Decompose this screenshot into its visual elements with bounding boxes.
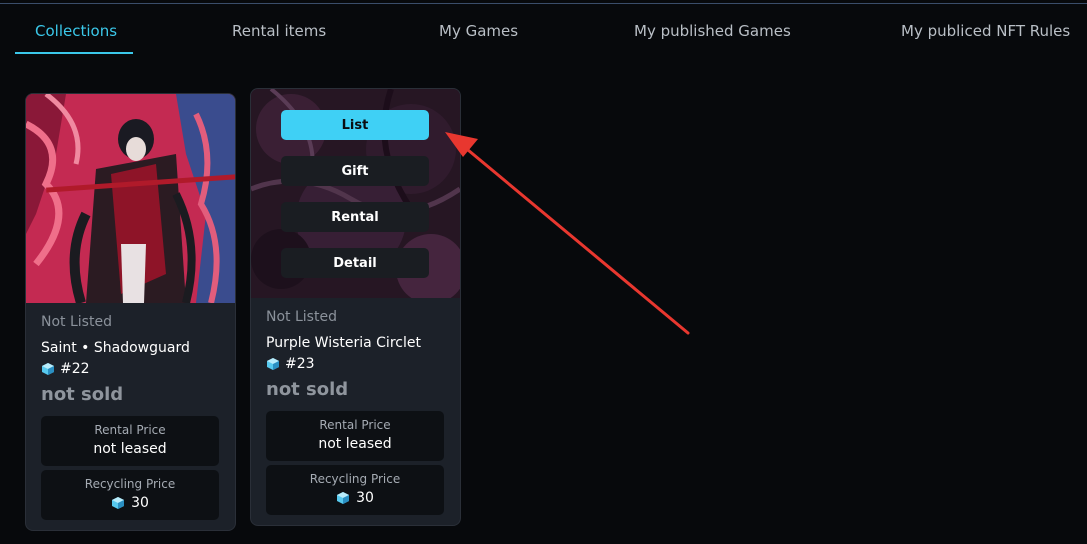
cube-icon (112, 497, 125, 509)
rental-price-text: not leased (318, 436, 392, 452)
list-button[interactable]: List (281, 110, 429, 140)
listing-status: Not Listed (41, 314, 112, 330)
nft-artwork (26, 94, 235, 303)
tab-rental-items[interactable]: Rental items (232, 22, 326, 40)
recycling-price-label: Recycling Price (309, 472, 401, 486)
cube-icon (337, 492, 350, 504)
rental-button[interactable]: Rental (281, 202, 429, 232)
page: Collections Rental items My Games My pub… (0, 0, 1087, 544)
token-id: #23 (285, 356, 315, 372)
rental-price-box: Rental Price not leased (41, 416, 219, 466)
cube-icon (267, 358, 279, 370)
recycling-price-box: Recycling Price 30 (41, 470, 219, 520)
rental-price-label: Rental Price (94, 423, 166, 437)
tab-my-published-games[interactable]: My published Games (634, 22, 791, 40)
cube-icon (42, 363, 54, 375)
rental-price-value: not leased (41, 441, 219, 457)
nft-name: Purple Wisteria Circlet (266, 335, 421, 351)
active-tab-indicator (15, 52, 133, 54)
rental-price-label: Rental Price (319, 418, 391, 432)
nft-card[interactable]: Not Listed Saint • Shadowguard #22 not s… (25, 93, 236, 531)
rental-price-box: Rental Price not leased (266, 411, 444, 461)
top-divider (0, 3, 1087, 4)
recycling-price-text: 30 (131, 495, 149, 511)
nft-card[interactable]: List Gift Rental Detail Not Listed Purpl… (250, 88, 461, 526)
recycling-price-box: Recycling Price 30 (266, 465, 444, 515)
nft-name: Saint • Shadowguard (41, 340, 190, 356)
token-id-row: #22 (41, 361, 90, 377)
sale-status: not sold (266, 379, 349, 400)
token-id: #22 (60, 361, 90, 377)
rental-price-value: not leased (266, 436, 444, 452)
detail-button[interactable]: Detail (281, 248, 429, 278)
recycling-price-value: 30 (41, 495, 219, 511)
sale-status: not sold (41, 384, 124, 405)
gift-button[interactable]: Gift (281, 156, 429, 186)
rental-price-text: not leased (93, 441, 167, 457)
recycling-price-text: 30 (356, 490, 374, 506)
recycling-price-value: 30 (266, 490, 444, 506)
recycling-price-label: Recycling Price (84, 477, 176, 491)
token-id-row: #23 (266, 356, 315, 372)
tab-my-publiced-nft-rules[interactable]: My publiced NFT Rules (901, 22, 1070, 40)
tab-my-games[interactable]: My Games (439, 22, 518, 40)
tab-collections[interactable]: Collections (35, 22, 117, 40)
listing-status: Not Listed (266, 309, 337, 325)
